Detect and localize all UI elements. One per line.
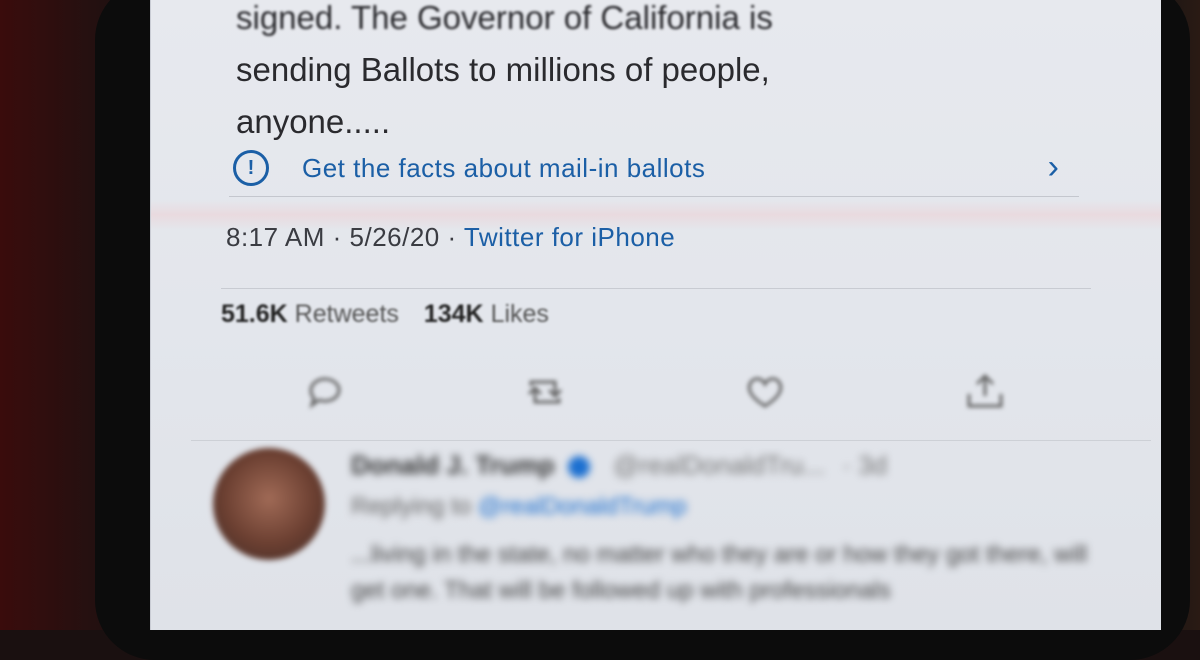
reply-author-name[interactable]: Donald J. Trump bbox=[351, 450, 555, 480]
tweet-metadata: 8:17 AM · 5/26/20 · Twitter for iPhone bbox=[226, 222, 675, 253]
reply-tweet-header: Donald J. Trump @realDonaldTru... · 3d bbox=[351, 450, 1111, 481]
divider bbox=[191, 440, 1151, 441]
replying-to-handle[interactable]: @realDonaldTrump bbox=[478, 493, 687, 520]
fact-check-notice[interactable]: ! Get the facts about mail-in ballots › bbox=[229, 140, 1079, 197]
tweet-text-line: sending Ballots to millions of people, bbox=[236, 51, 770, 88]
tweet-action-bar bbox=[301, 368, 1021, 418]
verified-badge-icon bbox=[567, 456, 590, 479]
tweet-source-link[interactable]: Twitter for iPhone bbox=[464, 222, 675, 252]
avatar[interactable] bbox=[213, 448, 325, 560]
retweets-label[interactable]: Retweets bbox=[295, 300, 399, 328]
likes-count[interactable]: 134K bbox=[424, 300, 484, 328]
phone-screen: signed. The Governor of California is se… bbox=[150, 0, 1161, 630]
reply-tweet-text: ...living in the state, no matter who th… bbox=[351, 541, 1088, 604]
like-icon[interactable] bbox=[741, 368, 789, 416]
chevron-right-icon: › bbox=[1047, 148, 1059, 186]
reply-author-handle: @realDonaldTru... bbox=[613, 450, 826, 480]
likes-label[interactable]: Likes bbox=[491, 300, 549, 328]
retweets-count[interactable]: 51.6K bbox=[221, 300, 288, 328]
reply-icon[interactable] bbox=[301, 368, 349, 416]
exclamation-circle-icon: ! bbox=[233, 150, 269, 186]
fact-check-link[interactable]: Get the facts about mail-in ballots bbox=[302, 153, 705, 184]
replying-to-label: Replying to bbox=[351, 493, 472, 520]
reply-age: · 3d bbox=[842, 450, 888, 480]
retweet-icon[interactable] bbox=[521, 368, 569, 416]
tweet-text: signed. The Governor of California is se… bbox=[236, 0, 1036, 148]
meta-separator: · bbox=[324, 222, 350, 252]
divider bbox=[221, 288, 1091, 289]
replying-to: Replying to @realDonaldTrump bbox=[351, 493, 1111, 521]
tweet-time: 8:17 AM bbox=[226, 222, 325, 252]
tweet-date: 5/26/20 bbox=[349, 222, 440, 252]
share-icon[interactable] bbox=[961, 368, 1009, 416]
meta-separator: · bbox=[439, 222, 464, 252]
tweet-text-line: signed. The Governor of California is bbox=[236, 0, 773, 36]
tweet-stats: 51.6K Retweets 134K Likes bbox=[221, 300, 567, 329]
reply-tweet[interactable]: Donald J. Trump @realDonaldTru... · 3d R… bbox=[351, 450, 1111, 609]
